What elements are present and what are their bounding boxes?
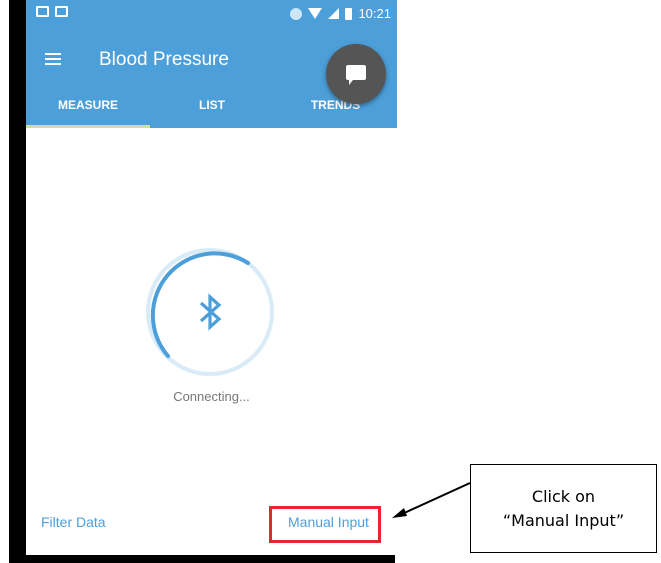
callout-line-1: Click on [531,486,596,506]
page-title: Blood Pressure [99,49,229,70]
instruction-callout: Click on “Manual Input” [470,464,657,553]
tab-indicator [26,125,150,128]
app-screen: 10:21 Blood Pressure MEASURE LIST TRENDS [26,0,397,555]
bluetooth-icon [199,293,222,331]
status-system-icons: 10:21 [290,6,391,21]
tab-bar: MEASURE LIST TRENDS [26,98,397,128]
mail-notification-icon [36,6,49,17]
battery-icon [345,7,353,20]
callout-line-2: “Manual Input” [502,510,625,530]
manual-input-highlight [269,506,381,543]
signal-icon [328,8,340,19]
connecting-status: Connecting... [173,389,250,404]
tab-measure[interactable]: MEASURE [26,98,150,128]
connecting-spinner [144,246,276,378]
bluetooth-status-icon [290,7,303,20]
wifi-icon [308,8,323,19]
tab-trends[interactable]: TRENDS [274,98,397,128]
phone-frame: 10:21 Blood Pressure MEASURE LIST TRENDS [9,0,397,563]
menu-icon[interactable] [45,53,61,65]
filter-data-link[interactable]: Filter Data [41,514,106,530]
status-time: 10:21 [358,6,391,21]
tab-list[interactable]: LIST [150,98,274,128]
status-notifications [36,6,68,17]
image-notification-icon [55,6,68,17]
chat-button[interactable] [326,44,386,104]
status-bar: 10:21 [26,0,397,28]
pointer-arrow [392,482,471,518]
chat-icon [346,65,366,85]
